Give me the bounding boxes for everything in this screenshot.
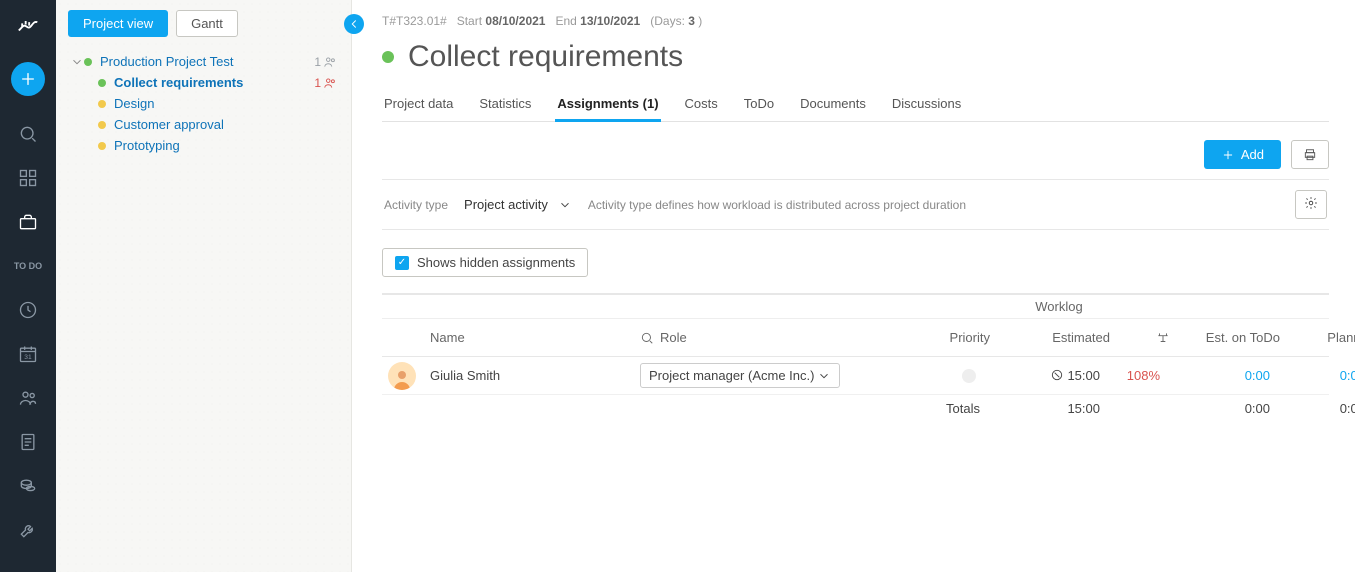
activity-type-hint: Activity type defines how workload is di… bbox=[588, 198, 1283, 212]
svg-text:31: 31 bbox=[24, 354, 32, 361]
chevron-down-icon bbox=[70, 55, 84, 69]
app-logo-icon[interactable] bbox=[8, 8, 48, 48]
assignee-name: Giulia Smith bbox=[430, 368, 640, 383]
col-estimated: Estimated bbox=[990, 330, 1110, 345]
tab-project-data[interactable]: Project data bbox=[382, 92, 455, 121]
gantt-view-tab[interactable]: Gantt bbox=[176, 10, 238, 37]
breadcrumb: T#T323.01# Start 08/10/2021 End 13/10/20… bbox=[382, 14, 1329, 28]
collapse-sidebar-button[interactable] bbox=[344, 14, 364, 34]
estimated-cell[interactable]: 15:00 bbox=[990, 368, 1110, 383]
tree-root-meta: 1 bbox=[314, 55, 337, 69]
planned-cell[interactable]: 0:00 bbox=[1280, 368, 1355, 383]
tree-root-label: Production Project Test bbox=[100, 54, 314, 69]
avatar bbox=[388, 362, 416, 390]
tree-item-meta: 1 bbox=[314, 76, 337, 90]
tab-assignments[interactable]: Assignments (1) bbox=[555, 92, 660, 121]
tree-item-collect-requirements[interactable]: Collect requirements 1 bbox=[90, 72, 339, 93]
col-load-icon bbox=[1110, 331, 1170, 345]
tree-item-customer-approval[interactable]: Customer approval bbox=[90, 114, 339, 135]
tab-statistics[interactable]: Statistics bbox=[477, 92, 533, 121]
dashboard-icon[interactable] bbox=[8, 158, 48, 198]
left-rail: TO DO 31 bbox=[0, 0, 56, 572]
activity-type-label: Activity type bbox=[384, 198, 448, 212]
tab-bar: Project data Statistics Assignments (1) … bbox=[382, 92, 1329, 122]
tab-costs[interactable]: Costs bbox=[683, 92, 720, 121]
assignments-table: Worklog Name Role Priority Estimated Est… bbox=[382, 293, 1329, 422]
tab-todo[interactable]: ToDo bbox=[742, 92, 776, 121]
document-icon[interactable] bbox=[8, 422, 48, 462]
project-view-tab[interactable]: Project view bbox=[68, 10, 168, 37]
add-button[interactable]: Add bbox=[1204, 140, 1281, 169]
calendar-icon[interactable]: 31 bbox=[8, 334, 48, 374]
priority-indicator[interactable] bbox=[962, 369, 976, 383]
col-planned: Planned bbox=[1280, 330, 1355, 345]
tree-item-prototyping[interactable]: Prototyping bbox=[90, 135, 339, 156]
print-button[interactable] bbox=[1291, 140, 1329, 169]
status-dot-icon bbox=[84, 58, 92, 66]
load-cell: 108% bbox=[1110, 368, 1170, 383]
status-dot-icon bbox=[98, 121, 106, 129]
col-role[interactable]: Role bbox=[640, 330, 880, 345]
col-priority: Priority bbox=[880, 330, 990, 345]
tab-discussions[interactable]: Discussions bbox=[890, 92, 963, 121]
todo-icon[interactable]: TO DO bbox=[8, 246, 48, 286]
activity-type-select[interactable]: Project activity bbox=[460, 195, 576, 214]
page-title: Collect requirements bbox=[408, 40, 683, 74]
role-select[interactable]: Project manager (Acme Inc.) bbox=[640, 363, 840, 388]
tree-root[interactable]: Production Project Test 1 bbox=[68, 51, 339, 72]
wrench-icon[interactable] bbox=[8, 510, 48, 550]
coins-icon[interactable] bbox=[8, 466, 48, 506]
briefcase-icon[interactable] bbox=[8, 202, 48, 242]
status-dot-icon bbox=[382, 51, 394, 63]
worklog-header: Worklog bbox=[909, 295, 1209, 318]
checkbox-checked-icon: ✓ bbox=[395, 256, 409, 270]
totals-row: Totals 15:00 0:00 0:00 0:00 bbox=[382, 395, 1329, 422]
est-todo-cell[interactable]: 0:00 bbox=[1170, 368, 1280, 383]
status-dot-icon bbox=[98, 79, 106, 87]
settings-button[interactable] bbox=[1295, 190, 1327, 219]
tab-documents[interactable]: Documents bbox=[798, 92, 868, 121]
col-est-todo: Est. on ToDo bbox=[1170, 330, 1280, 345]
status-dot-icon bbox=[98, 100, 106, 108]
table-row: Giulia Smith Project manager (Acme Inc.)… bbox=[382, 357, 1329, 395]
project-sidebar: Project view Gantt Production Project Te… bbox=[56, 0, 352, 572]
main-content: T#T323.01# Start 08/10/2021 End 13/10/20… bbox=[352, 0, 1355, 572]
tree-item-design[interactable]: Design bbox=[90, 93, 339, 114]
people-icon[interactable] bbox=[8, 378, 48, 418]
status-dot-icon bbox=[98, 142, 106, 150]
search-icon[interactable] bbox=[8, 114, 48, 154]
clock-icon[interactable] bbox=[8, 290, 48, 330]
rail-add-button[interactable] bbox=[11, 62, 45, 96]
hidden-assignments-toggle[interactable]: ✓ Shows hidden assignments bbox=[382, 248, 588, 277]
col-name: Name bbox=[430, 330, 640, 345]
